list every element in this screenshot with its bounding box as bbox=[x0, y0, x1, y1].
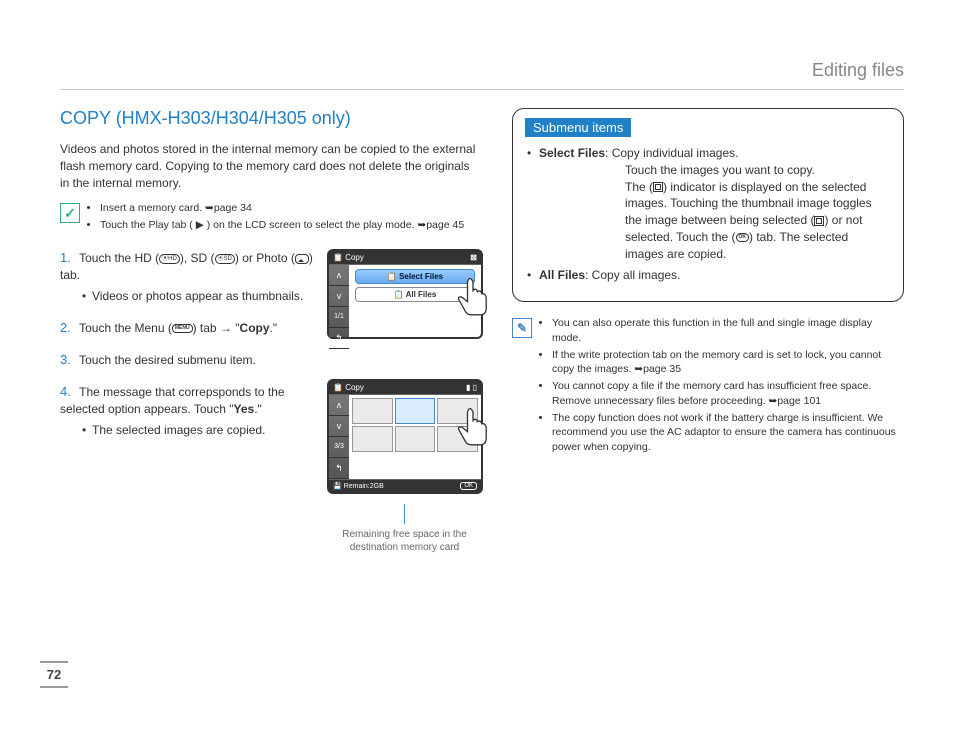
back-icon: ↰ bbox=[329, 328, 349, 349]
thumbnail bbox=[352, 426, 393, 452]
ok-button: OK bbox=[460, 482, 477, 490]
sd-tab-icon: ⦿SD bbox=[215, 254, 235, 264]
notes-box: ✎ You can also operate this function in … bbox=[512, 316, 904, 456]
step-2: 2. Touch the Menu (MENU) tab → "Copy." bbox=[60, 319, 315, 337]
touch-hand-icon bbox=[451, 403, 495, 447]
note-item: You cannot copy a file if the memory car… bbox=[552, 379, 904, 408]
note-item: The copy function does not work if the b… bbox=[552, 411, 904, 455]
hd-tab-icon: ⦿HD bbox=[159, 254, 180, 264]
thumbnail bbox=[352, 398, 393, 424]
up-arrow-icon: ʌ bbox=[329, 395, 349, 416]
remaining-space: 💾 Remain:2GB bbox=[333, 482, 384, 490]
step-number: 4. bbox=[60, 383, 76, 401]
lcd-screen-menu: 📋 Copy ⊠ ʌ v 1/1 ↰ 📋 Select Files 📋 All bbox=[327, 249, 483, 339]
section-title: COPY (HMX-H303/H304/H305 only) bbox=[60, 108, 482, 129]
selected-indicator-icon bbox=[653, 182, 663, 192]
page-category: Editing files bbox=[60, 60, 904, 90]
note-item: You can also operate this function in th… bbox=[552, 316, 904, 345]
prereq-item: Insert a memory card. ➥page 34 bbox=[100, 201, 464, 216]
right-column: Submenu items Select Files: Copy individ… bbox=[512, 108, 904, 554]
step-number: 3. bbox=[60, 351, 76, 369]
touch-hand-icon bbox=[451, 273, 495, 317]
submenu-item-all-files: All Files: Copy all images. bbox=[527, 267, 889, 284]
step-1: 1. Touch the HD (⦿HD), SD (⦿SD) or Photo… bbox=[60, 249, 315, 305]
left-column: COPY (HMX-H303/H304/H305 only) Videos an… bbox=[60, 108, 482, 554]
battery-icon: ▮ ▯ bbox=[466, 383, 477, 392]
close-icon: ⊠ bbox=[470, 253, 477, 262]
submenu-title: Submenu items bbox=[525, 118, 631, 137]
prereq-item: Touch the Play tab ( ▶ ) on the LCD scre… bbox=[100, 218, 464, 233]
step-3: 3. Touch the desired submenu item. bbox=[60, 351, 315, 369]
note-icon: ✎ bbox=[512, 318, 532, 338]
checkmark-icon: ✓ bbox=[60, 203, 80, 223]
down-arrow-icon: v bbox=[329, 416, 349, 437]
caption: Remaining free space in the destination … bbox=[327, 504, 482, 554]
submenu-item-select-files: Select Files: Copy individual images. To… bbox=[527, 145, 889, 263]
note-item: If the write protection tab on the memor… bbox=[552, 348, 904, 377]
step-number: 1. bbox=[60, 249, 76, 267]
prereq-box: ✓ Insert a memory card. ➥page 34 Touch t… bbox=[60, 201, 482, 234]
up-arrow-icon: ʌ bbox=[329, 265, 349, 286]
submenu-box: Submenu items Select Files: Copy individ… bbox=[512, 108, 904, 302]
down-arrow-icon: v bbox=[329, 286, 349, 307]
intro-text: Videos and photos stored in the internal… bbox=[60, 141, 482, 191]
ok-icon: OK bbox=[736, 233, 750, 242]
page-indicator: 3/3 bbox=[329, 437, 349, 458]
step-number: 2. bbox=[60, 319, 76, 337]
step-4: 4. The message that correpsponds to the … bbox=[60, 383, 315, 439]
menu-tab-icon: MENU bbox=[172, 324, 193, 333]
page-indicator: 1/1 bbox=[329, 307, 349, 328]
selected-indicator-icon bbox=[814, 216, 824, 226]
lcd-screen-grid: 📋 Copy ▮ ▯ ʌ v 3/3 ↰ bbox=[327, 379, 483, 494]
back-icon: ↰ bbox=[329, 458, 349, 479]
thumbnail bbox=[395, 426, 436, 452]
thumbnail-selected bbox=[395, 398, 436, 424]
photo-tab-icon bbox=[295, 254, 309, 264]
page-number: 72 bbox=[40, 661, 68, 688]
